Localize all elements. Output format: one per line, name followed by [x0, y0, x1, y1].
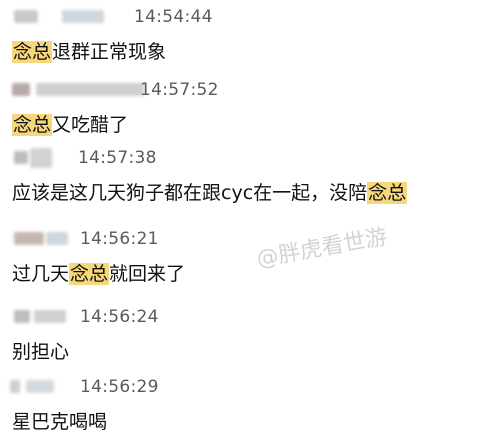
message-text[interactable]: 念总又吃醋了 — [12, 111, 128, 139]
blurred-avatar-icon — [14, 10, 38, 23]
message-meta: 14:57:38 — [0, 145, 300, 171]
message-text[interactable]: 星巴克喝喝 — [12, 408, 107, 436]
highlighted-keyword: 念总 — [367, 182, 408, 204]
blurred-avatar-icon — [14, 151, 28, 164]
chat-log: 14:54:44 念总退群正常现象 14:57:52 念总又吃醋了 14:57:… — [0, 0, 499, 444]
blurred-name — [30, 148, 52, 168]
message-text[interactable]: 念总退群正常现象 — [12, 38, 166, 66]
message-time: 14:57:52 — [140, 80, 219, 100]
message-time: 14:54:44 — [134, 7, 213, 27]
blurred-name — [34, 310, 66, 323]
blurred-name — [46, 232, 68, 245]
message-text[interactable]: 别担心 — [12, 338, 69, 366]
message-meta: 14:56:24 — [0, 304, 300, 330]
message-text[interactable]: 应该是这几天狗子都在跟cyc在一起，没陪念总 — [12, 179, 408, 207]
blurred-name — [26, 380, 54, 393]
message-time: 14:56:24 — [80, 307, 159, 327]
message-meta: 14:56:29 — [0, 374, 300, 400]
message-text[interactable]: 过几天念总就回来了 — [12, 260, 185, 288]
blurred-name — [36, 83, 144, 96]
message-meta: 14:54:44 — [0, 4, 300, 30]
highlighted-keyword: 念总 — [12, 41, 53, 63]
blurred-avatar-icon — [14, 310, 30, 323]
highlighted-keyword: 念总 — [69, 263, 110, 285]
message-time: 14:57:38 — [78, 148, 157, 168]
blurred-avatar-icon — [12, 83, 30, 96]
highlighted-keyword: 念总 — [12, 114, 53, 136]
message-time: 14:56:21 — [80, 229, 159, 249]
blurred-avatar-icon — [10, 380, 20, 393]
blurred-avatar-icon — [14, 232, 44, 245]
message-meta: 14:56:21 — [0, 226, 300, 252]
blurred-name — [62, 10, 104, 23]
message-meta: 14:57:52 — [0, 77, 300, 103]
message-time: 14:56:29 — [80, 377, 159, 397]
